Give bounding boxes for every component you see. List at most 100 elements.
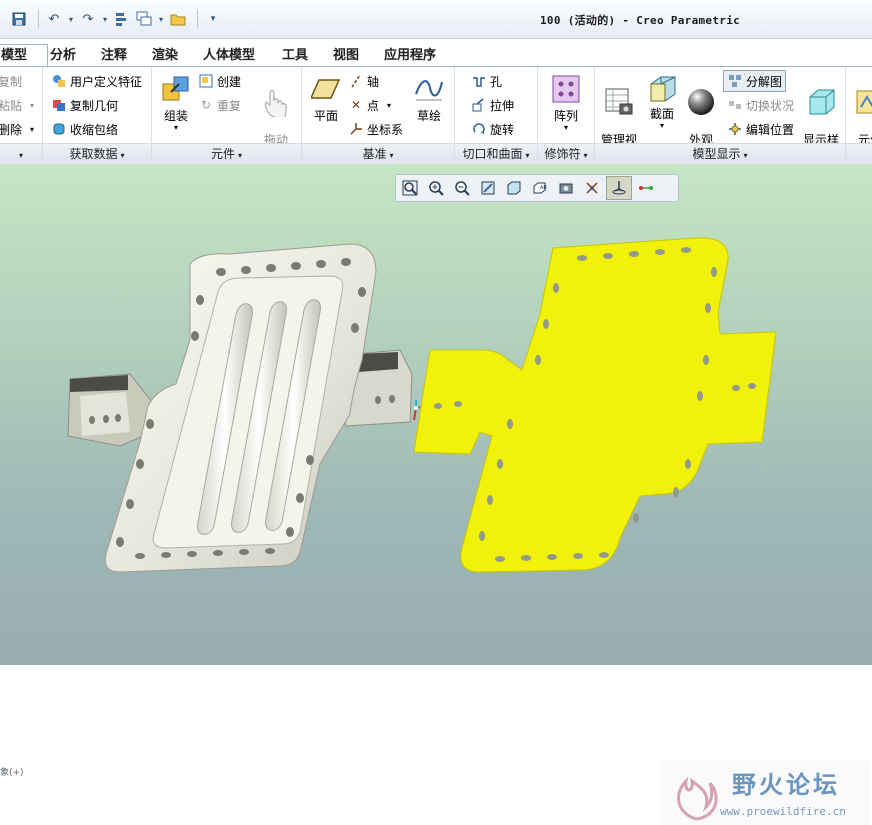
spin-center-icon[interactable]	[606, 176, 632, 200]
open-folder-icon[interactable]	[169, 10, 187, 28]
repaint-icon[interactable]	[476, 177, 500, 199]
edit-position-button[interactable]: 编辑位置	[727, 119, 794, 139]
ribbon: 复制 粘贴 ▾ 删除 ▾ ▾ 用户定义特征 复制几何 收缩包络 获取数据 ▾ 组装 ▾…	[0, 66, 872, 165]
status-text: 象(+)	[0, 768, 24, 778]
windows-icon[interactable]	[135, 10, 153, 28]
redo-icon[interactable]: ↷	[79, 10, 97, 28]
undo-dropdown-icon[interactable]: ▾	[67, 10, 75, 28]
svg-text:AB: AB	[540, 185, 547, 191]
datum-plane-icon	[310, 73, 342, 105]
assemble-button[interactable]: 组装 ▾	[156, 73, 196, 132]
revolve-icon	[471, 121, 487, 137]
title-bar: ↶ ▾ ↷ ▾ ▾ ▾ 100 (活动的) - Creo Parametric	[0, 0, 872, 39]
extrude-button[interactable]: 拉伸	[471, 95, 514, 115]
view-manager-icon[interactable]	[554, 177, 578, 199]
udf-button[interactable]: 用户定义特征	[51, 71, 142, 91]
group-footer-model-display[interactable]: 模型显示 ▾	[595, 143, 845, 164]
component-interface-icon	[852, 86, 872, 118]
udf-icon	[51, 73, 67, 89]
point-button[interactable]: ✕ 点 ▾	[348, 95, 391, 115]
regenerate-icon[interactable]	[113, 10, 131, 28]
chevron-down-icon: ▾	[563, 123, 568, 132]
group-component-interface: 元件 界面	[846, 67, 872, 164]
watermark-title: 野火论坛	[732, 771, 840, 799]
pattern-button[interactable]: 阵列 ▾	[546, 73, 586, 132]
create-button[interactable]: 创建	[198, 71, 241, 91]
delete-button[interactable]: 删除 ▾	[0, 119, 34, 139]
revolve-button[interactable]: 旋转	[471, 119, 514, 139]
hole-button[interactable]: 孔	[471, 71, 502, 91]
customize-icon[interactable]: ▾	[204, 10, 222, 28]
group-modifiers: 阵列 ▾ 修饰符 ▾	[538, 67, 595, 164]
flame-logo-icon	[677, 776, 718, 821]
copy-button[interactable]: 复制	[0, 71, 22, 91]
sphere-icon	[685, 86, 717, 118]
sheetmetal-part[interactable]	[67, 243, 413, 573]
group-footer-modifiers[interactable]: 修饰符 ▾	[538, 143, 594, 164]
datum-point-icon: ✕	[350, 98, 362, 112]
group-footer-cuts[interactable]: 切口和曲面 ▾	[455, 143, 537, 164]
tab-tools[interactable]: 工具	[273, 44, 317, 67]
watermark: 野火论坛 www.proewildfire.cn	[660, 761, 870, 825]
window-title: 100 (活动的) - Creo Parametric	[540, 14, 741, 27]
save-icon[interactable]	[10, 10, 28, 28]
tab-render[interactable]: 渲染	[143, 44, 187, 67]
flat-pattern[interactable]	[413, 237, 777, 573]
undo-icon[interactable]: ↶	[45, 10, 63, 28]
tab-manikin[interactable]: 人体模型	[194, 44, 264, 67]
tab-annotate[interactable]: 注释	[92, 44, 136, 67]
group-footer[interactable]	[846, 143, 872, 164]
section-icon	[646, 73, 678, 105]
csys-icon	[348, 121, 364, 137]
chevron-down-icon: ▾	[238, 151, 243, 160]
chevron-down-icon: ▾	[389, 151, 394, 160]
model-canvas[interactable]	[0, 164, 872, 665]
chevron-down-icon: ▾	[659, 121, 664, 130]
group-footer-get-data[interactable]: 获取数据 ▾	[43, 143, 151, 164]
exploded-view-button[interactable]: 分解图	[723, 70, 787, 92]
tab-applications[interactable]: 应用程序	[375, 44, 445, 67]
graphics-viewport[interactable]: 象(+) 野火论坛 www.proewildfire.cn	[0, 164, 872, 825]
axis-button[interactable]: 轴	[348, 71, 379, 91]
group-datum: 平面 轴 ✕ 点 ▾ 坐标系 草绘 基准 ▾	[302, 67, 455, 164]
chevron-down-icon: ▾	[30, 100, 35, 110]
group-footer[interactable]: ▾	[0, 143, 42, 164]
display-style-icon[interactable]	[502, 177, 526, 199]
extrude-icon	[471, 97, 487, 113]
toolbar-separator	[38, 10, 39, 28]
saved-views-icon[interactable]: AB	[528, 177, 552, 199]
shrinkwrap-button[interactable]: 收缩包络	[51, 119, 118, 139]
tab-analysis[interactable]: 分析	[41, 44, 85, 67]
toggle-state-button[interactable]: 切换状况	[727, 95, 794, 115]
shrinkwrap-icon	[51, 121, 67, 137]
section-button[interactable]: 截面 ▾	[643, 73, 681, 130]
sketch-icon	[413, 73, 445, 105]
csys-button[interactable]: 坐标系	[348, 119, 403, 139]
paste-button[interactable]: 粘贴 ▾	[0, 95, 34, 115]
plane-button[interactable]: 平面	[308, 73, 344, 123]
annotation-display-icon[interactable]	[634, 177, 658, 199]
zoom-in-icon[interactable]	[424, 177, 448, 199]
sketch-button[interactable]: 草绘	[410, 73, 448, 123]
chevron-down-icon: ▾	[30, 124, 35, 134]
copy-geometry-button[interactable]: 复制几何	[51, 95, 118, 115]
group-component: 组装 ▾ 创建 ↻ 重复 拖动 元件 元件▾	[152, 67, 302, 164]
refit-icon[interactable]	[398, 177, 422, 199]
repeat-button[interactable]: ↻ 重复	[198, 95, 241, 115]
group-footer-component[interactable]: 元件 ▾	[152, 143, 301, 164]
windows-dropdown-icon[interactable]: ▾	[157, 10, 165, 28]
watermark-url: www.proewildfire.cn	[720, 805, 846, 818]
quick-access-toolbar: ↶ ▾ ↷ ▾ ▾ ▾	[10, 9, 226, 29]
display-style-icon	[805, 86, 837, 118]
redo-dropdown-icon[interactable]: ▾	[101, 10, 109, 28]
group-model-display: 管理视 图 截面 ▾ 外观 库 分解图 切换状况 编辑位置 显示样 式 模型显示…	[595, 67, 846, 164]
zoom-out-icon[interactable]	[450, 177, 474, 199]
tab-view[interactable]: 视图	[324, 44, 368, 67]
group-footer-datum[interactable]: 基准 ▾	[302, 143, 454, 164]
datum-display-icon[interactable]	[580, 177, 604, 199]
edit-position-icon	[727, 121, 743, 137]
assemble-icon	[160, 73, 192, 105]
chevron-down-icon: ▾	[583, 151, 588, 160]
group-cuts-surfaces: 孔 拉伸 旋转 切口和曲面 ▾	[455, 67, 538, 164]
toggle-state-icon	[727, 97, 743, 113]
